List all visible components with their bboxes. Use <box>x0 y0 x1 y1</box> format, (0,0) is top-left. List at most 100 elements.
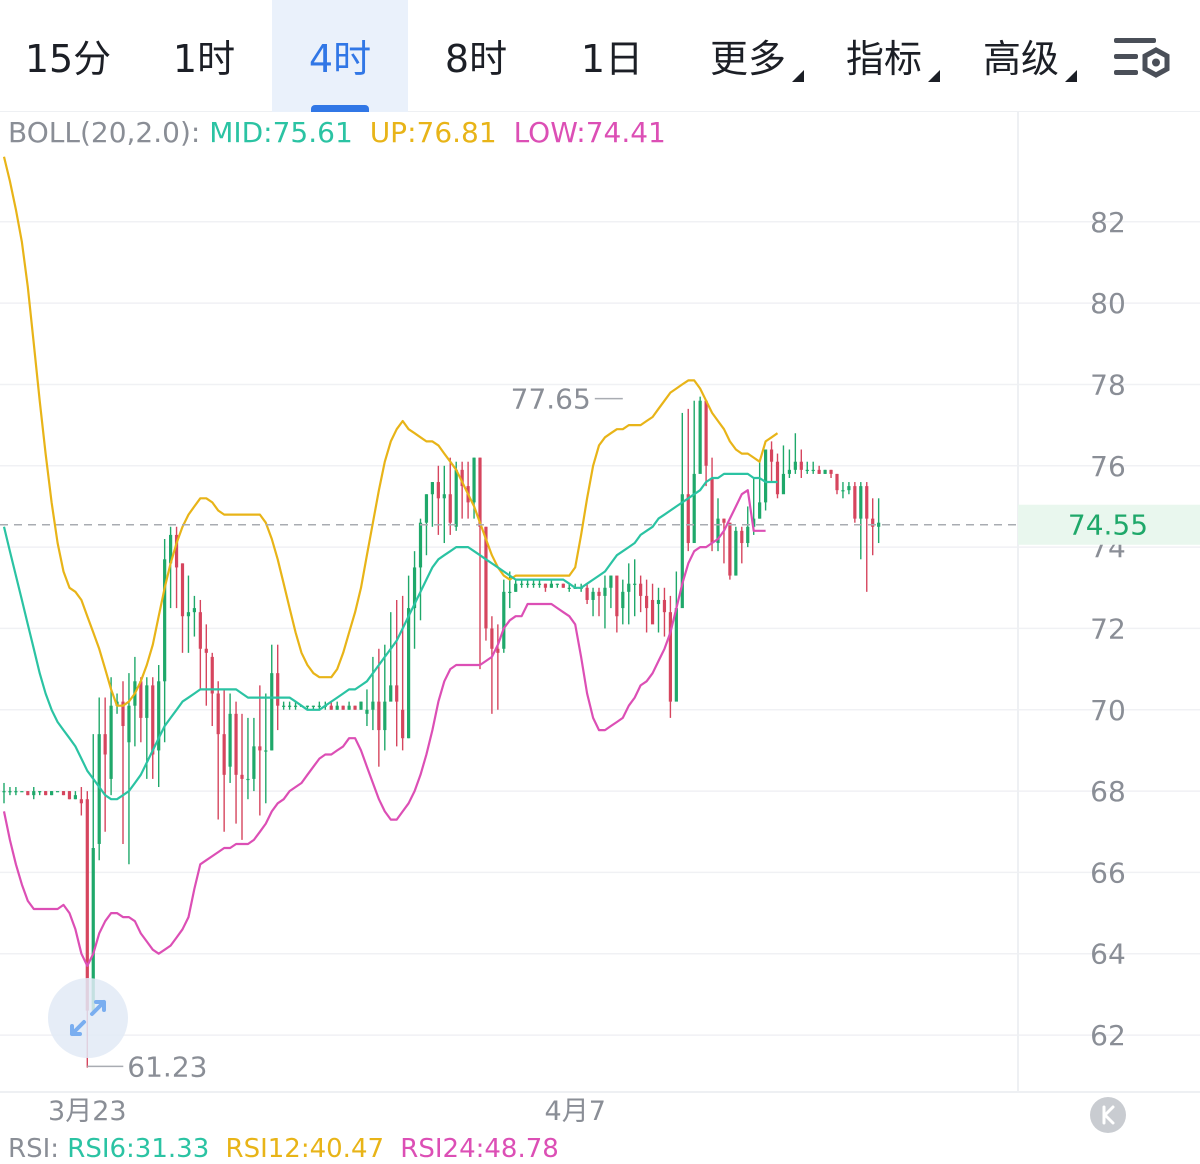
candle <box>383 644 387 751</box>
candle <box>722 518 726 564</box>
chart-settings-icon[interactable] <box>1112 34 1172 84</box>
candle-body <box>555 583 559 585</box>
tab-more[interactable]: 更多 <box>700 0 810 112</box>
candle <box>668 595 672 718</box>
tab-8h[interactable]: 8时 <box>420 0 532 112</box>
expand-chart-button[interactable] <box>48 978 128 1058</box>
candle <box>662 587 667 637</box>
candle-body <box>2 791 6 793</box>
reset-view-button[interactable] <box>1090 1097 1126 1133</box>
candle <box>2 782 6 804</box>
candlestick-chart[interactable]: 8280787674727068666462 74.55 77.6561.23 … <box>0 112 1200 1142</box>
low-marker-label: 61.23 <box>127 1050 207 1083</box>
candle <box>276 644 280 731</box>
tab-label: 15分 <box>24 37 112 81</box>
candle-body <box>311 705 315 707</box>
tab-label: 高级 <box>983 37 1060 81</box>
candle-body <box>288 705 292 707</box>
candle-body <box>276 673 280 706</box>
candle <box>240 713 244 840</box>
tab-label: 指标 <box>846 37 923 81</box>
candle-body <box>204 648 208 653</box>
candle <box>442 465 446 544</box>
candle-body <box>317 705 321 707</box>
candle <box>799 449 803 478</box>
candle <box>180 563 185 653</box>
candle-body <box>871 518 875 527</box>
candle <box>633 559 637 617</box>
candle <box>758 461 762 519</box>
candle <box>430 482 434 527</box>
candle <box>341 705 345 710</box>
x-tick-label: 4月7 <box>545 1096 606 1127</box>
candle <box>246 717 250 800</box>
candle-body <box>609 575 613 588</box>
y-tick-label: 78 <box>1090 368 1126 401</box>
candle-body <box>567 587 571 589</box>
candle-body <box>787 469 791 474</box>
candle <box>448 457 452 535</box>
candle-body <box>847 486 851 491</box>
tab-indicators[interactable]: 指标 <box>836 0 946 112</box>
boll-low-value: LOW:74.41 <box>513 116 666 149</box>
tab-1h[interactable]: 1时 <box>148 0 260 112</box>
y-tick-label: 62 <box>1090 1019 1126 1052</box>
candle-body <box>198 612 202 649</box>
candle <box>133 656 137 747</box>
candle-body <box>395 685 399 702</box>
candle-body <box>163 559 167 682</box>
price-axis: 8280787674727068666462 <box>1090 206 1126 1052</box>
tab-advanced[interactable]: 高级 <box>973 0 1083 112</box>
candle <box>787 449 791 478</box>
candle-body <box>216 693 220 735</box>
candle-body <box>234 713 238 775</box>
candle <box>704 400 708 487</box>
candle-body <box>347 705 351 710</box>
grid-lines <box>0 221 1200 1036</box>
candle <box>537 579 542 588</box>
candle <box>234 701 238 824</box>
candle <box>805 461 809 474</box>
candle <box>543 583 548 592</box>
candle <box>407 575 411 739</box>
candle-body <box>359 701 363 710</box>
candle <box>157 665 161 788</box>
candle <box>61 791 66 796</box>
candle-body <box>305 705 310 707</box>
candle <box>216 681 220 820</box>
candle <box>32 787 36 800</box>
candle-body <box>877 522 881 527</box>
candle-body <box>746 526 750 544</box>
candle-body <box>79 799 83 804</box>
y-tick-label: 64 <box>1090 938 1126 971</box>
boll-label: BOLL(20,2.0): <box>8 116 201 149</box>
candle-body <box>526 583 530 585</box>
candle <box>335 701 339 710</box>
y-tick-label: 76 <box>1090 450 1126 483</box>
candle <box>674 571 678 702</box>
candle <box>460 461 464 519</box>
candle <box>686 408 690 552</box>
candle-body <box>686 494 690 544</box>
candle-body <box>55 791 60 793</box>
candle-body <box>841 490 845 492</box>
tab-label: 8时 <box>444 37 508 81</box>
tab-4h[interactable]: 4时 <box>272 0 408 112</box>
time-axis: 3月23 4月7 <box>48 1096 606 1127</box>
candle <box>151 677 155 779</box>
y-tick-label: 82 <box>1090 206 1126 239</box>
boll-up-value: UP:76.81 <box>369 116 497 149</box>
candle <box>478 457 482 670</box>
candle-body <box>859 486 863 519</box>
tab-1d[interactable]: 1日 <box>556 0 668 112</box>
y-tick-label: 70 <box>1090 694 1126 727</box>
candle-body <box>758 502 762 519</box>
extreme-markers: 77.65 61.23 <box>87 383 623 1083</box>
candle-body <box>353 705 357 710</box>
candle-body <box>722 518 726 523</box>
candle <box>811 461 815 474</box>
tab-15m[interactable]: 15分 <box>8 0 128 112</box>
candle <box>26 791 30 796</box>
candle <box>520 579 524 588</box>
candle-body <box>401 709 405 739</box>
